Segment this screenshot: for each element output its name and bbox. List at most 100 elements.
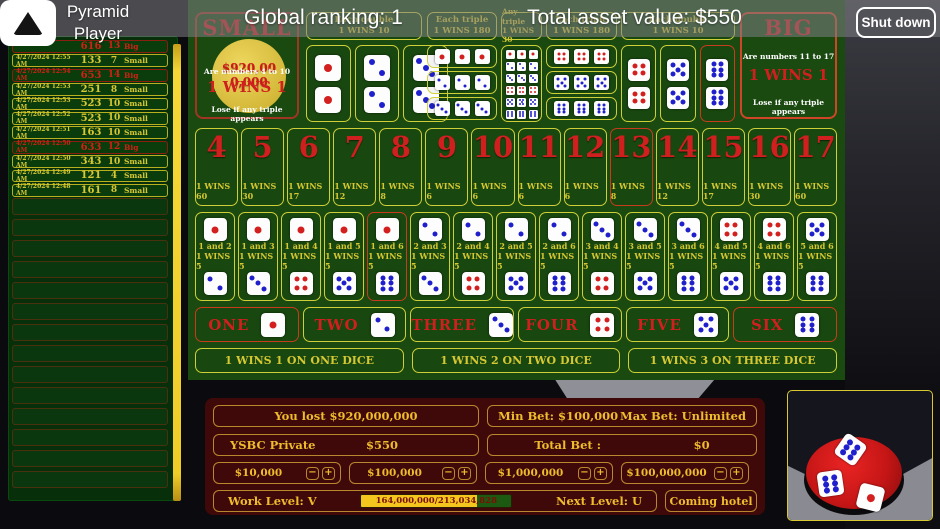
pip: [809, 231, 815, 237]
bet-triple-4[interactable]: [546, 45, 617, 68]
bet-total-12[interactable]: 12 1 WINS 6: [563, 128, 607, 206]
bet-total-13[interactable]: 13 1 WINS 8: [609, 128, 653, 206]
bet-double-1[interactable]: [306, 45, 351, 122]
history-scrollbar[interactable]: [173, 44, 181, 501]
pip: [577, 110, 581, 114]
pip: [560, 286, 566, 292]
bet-triple-3[interactable]: [427, 97, 497, 120]
total-odds: 1 WINS 6: [426, 181, 461, 201]
bet-single-three[interactable]: THREE: [410, 307, 515, 342]
bet-combo-2-6[interactable]: 2 and 61 WINS 5: [539, 212, 579, 301]
bet-total-14[interactable]: 14 1 WINS 12: [655, 128, 699, 206]
decrease-bet-button[interactable]: −: [306, 466, 319, 480]
bet-total-10[interactable]: 10 1 WINS 6: [471, 128, 515, 206]
bet-double-6[interactable]: [699, 45, 735, 122]
bet-triple-5[interactable]: [546, 71, 617, 94]
die-face-2: [505, 61, 515, 71]
die-face-2: [504, 218, 528, 241]
bet-combo-1-2[interactable]: 1 and 21 WINS 5: [195, 212, 235, 301]
bet-combo-2-4[interactable]: 2 and 41 WINS 5: [453, 212, 493, 301]
pip: [416, 58, 423, 65]
max-bet: Max Bet: Unlimited: [620, 409, 746, 423]
bet-single-two[interactable]: TWO: [302, 307, 407, 342]
bet-triple-2[interactable]: [427, 71, 497, 94]
bet-total-9[interactable]: 9 1 WINS 6: [425, 128, 469, 206]
pip: [582, 110, 586, 114]
decrease-bet-button[interactable]: −: [714, 466, 727, 480]
pip: [809, 322, 815, 327]
combo-label: 1 and 2: [198, 241, 232, 252]
pip: [602, 110, 606, 114]
totals-row: 4 1 WINS 60 5 1 WINS 30 6 1 WINS 17 7 1 WINS 12…: [195, 128, 838, 206]
die-face-1: [315, 86, 342, 113]
die-face-4: [505, 85, 515, 95]
bet-combo-2-5[interactable]: 2 and 51 WINS 5: [496, 212, 536, 301]
bet-total-4[interactable]: 4 1 WINS 60: [195, 128, 239, 206]
die-face-4: [528, 85, 538, 95]
shutdown-button[interactable]: Shut down: [856, 7, 936, 38]
h-result: 161: [80, 184, 102, 196]
bet-combo-4-6[interactable]: 4 and 61 WINS 5: [754, 212, 794, 301]
decrease-bet-button[interactable]: −: [442, 466, 455, 480]
bet-total-7[interactable]: 7 1 WINS 12: [333, 128, 377, 206]
bet-triple-6[interactable]: [546, 97, 617, 120]
pip: [647, 276, 653, 282]
pip: [767, 231, 773, 237]
bet-triple-1[interactable]: [427, 45, 497, 68]
player-avatar[interactable]: [0, 0, 56, 46]
pip: [533, 115, 536, 118]
bank-name: YSBC Private: [230, 438, 316, 452]
coming-hotel-button[interactable]: Coming hotel: [665, 490, 757, 512]
pip: [636, 221, 642, 227]
bet-combo-4-5[interactable]: 4 and 51 WINS 5: [711, 212, 751, 301]
single-label: ONE: [208, 315, 250, 334]
bet-combo-5-6[interactable]: 5 and 61 WINS 5: [797, 212, 837, 301]
pip: [775, 280, 781, 286]
bet-double-2[interactable]: [354, 45, 400, 122]
decrease-bet-button[interactable]: −: [578, 466, 591, 480]
bet-total-15[interactable]: 15 1 WINS 17: [701, 128, 745, 206]
bet-single-four[interactable]: FOUR: [518, 307, 622, 342]
bet-total-8[interactable]: 8 1 WINS 8: [379, 128, 423, 206]
bet-any-triple[interactable]: [501, 45, 542, 122]
game-screen: SMALL $920,000,000 Are numbers 4 to 10 1…: [0, 0, 940, 529]
bet-total-11[interactable]: 11 1 WINS 6: [517, 128, 561, 206]
pip: [603, 276, 609, 282]
bet-combo-3-6[interactable]: 3 and 61 WINS 5: [668, 212, 708, 301]
increase-bet-button[interactable]: +: [730, 466, 743, 480]
dice-shaker-panel[interactable]: [787, 390, 933, 521]
bet-total-16[interactable]: 16 1 WINS 30: [747, 128, 792, 206]
history-row: 4/27/2024 12:55 AM 133 7 Small: [12, 54, 168, 68]
bet-total-17[interactable]: 17 1 WINS 60: [794, 128, 838, 206]
bet-combo-1-6[interactable]: 1 and 61 WINS 5: [367, 212, 407, 301]
bet-combo-1-3[interactable]: 1 and 31 WINS 5: [238, 212, 278, 301]
note-one-dice: 1 WINS 1 ON ONE DICE: [195, 348, 404, 373]
bet-combo-3-5[interactable]: 3 and 51 WINS 5: [625, 212, 665, 301]
total-number: 17: [795, 130, 836, 164]
pip: [324, 63, 333, 72]
bet-single-six[interactable]: SIX: [733, 307, 838, 342]
bet-total-6[interactable]: 6 1 WINS 17: [287, 128, 331, 206]
total-odds: 1 WINS 60: [196, 181, 231, 201]
die-face-6: [676, 271, 700, 295]
combo-odds: 1 WINS 5: [454, 251, 489, 271]
bet-total-5[interactable]: 5 1 WINS 30: [241, 128, 285, 206]
increase-bet-button[interactable]: +: [322, 466, 335, 480]
bet-double-5[interactable]: [660, 45, 696, 122]
increase-bet-button[interactable]: +: [458, 466, 471, 480]
bet-combo-3-4[interactable]: 3 and 41 WINS 5: [582, 212, 622, 301]
total-number: 13: [611, 130, 652, 164]
combo-odds: 1 WINS 5: [540, 251, 575, 271]
die-face-4: [590, 271, 614, 295]
bet-single-one[interactable]: ONE: [195, 307, 299, 342]
bet-combo-1-5[interactable]: 1 and 51 WINS 5: [324, 212, 364, 301]
bet-combo-2-3[interactable]: 2 and 31 WINS 5: [410, 212, 450, 301]
pip: [533, 66, 536, 69]
pip: [597, 57, 601, 61]
bet-double-4[interactable]: [621, 45, 657, 122]
bet-combo-1-4[interactable]: 1 and 41 WINS 5: [281, 212, 321, 301]
bet-single-five[interactable]: FIVE: [625, 307, 730, 342]
pip: [576, 84, 580, 88]
combo-odds: 1 WINS 5: [368, 251, 403, 271]
increase-bet-button[interactable]: +: [594, 466, 607, 480]
